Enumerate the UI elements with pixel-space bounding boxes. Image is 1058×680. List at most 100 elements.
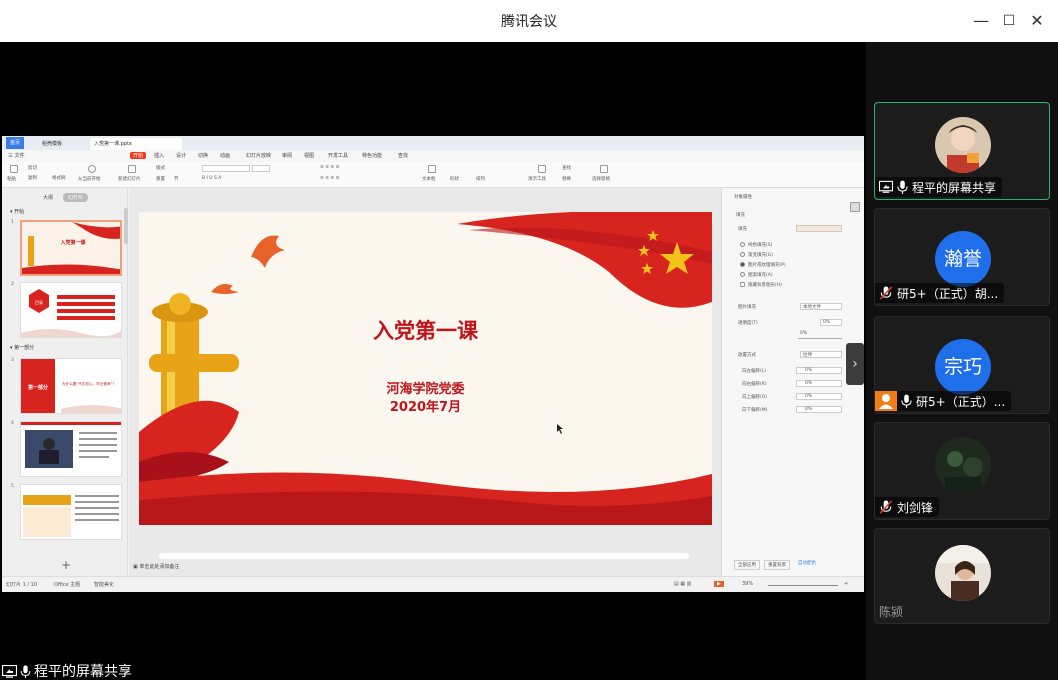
menu-start[interactable]: 开始: [130, 152, 147, 159]
cut-label[interactable]: 剪切: [28, 165, 37, 173]
zoom-slider[interactable]: [768, 585, 838, 586]
textbox-icon[interactable]: [428, 165, 436, 173]
slide-thumb-3[interactable]: 第一部分 为什么要“不忘初心、牢记使命”？: [20, 358, 122, 414]
mic-muted-icon: [879, 500, 893, 514]
presenter-tools-icon[interactable]: [538, 165, 546, 173]
align-buttons[interactable]: ≡ ≡ ≡ ≡: [320, 176, 339, 184]
wps-tab-bar: 首页 稻壳模板 入党第一课.pptx: [2, 136, 864, 150]
slide-org[interactable]: 河海学院党委: [139, 378, 712, 397]
offset-left-input[interactable]: 0%: [796, 367, 842, 374]
menu-view[interactable]: 视图: [304, 152, 314, 159]
pane-tool-icon[interactable]: [850, 202, 860, 212]
picture-source-select[interactable]: 本地文件: [800, 303, 842, 310]
fill-color-select[interactable]: [796, 225, 842, 232]
avatar-photo: [935, 117, 991, 173]
radio-solid-fill[interactable]: [740, 242, 745, 247]
transparency-input[interactable]: 0%: [820, 319, 842, 326]
thumbs-scrollbar[interactable]: [124, 208, 128, 244]
notes-field[interactable]: ▣ 单击此处添加备注: [133, 563, 179, 570]
slide-date[interactable]: 2020年7月: [139, 396, 712, 415]
play-icon[interactable]: [88, 165, 96, 173]
canvas-h-scrollbar[interactable]: [159, 553, 689, 559]
title-bar: 腾讯会议 — ☐ ✕: [0, 0, 1058, 42]
replace-label[interactable]: 替换: [562, 176, 571, 184]
maximize-button[interactable]: ☐: [996, 8, 1022, 34]
radio-gradient-fill[interactable]: [740, 252, 745, 257]
theme-name: Office 主题: [54, 582, 81, 588]
slide-title[interactable]: 入党第一课: [139, 315, 712, 345]
participant-tile[interactable]: 宗巧 研5+（正式）...: [874, 316, 1050, 414]
screen-share-icon: [879, 180, 893, 193]
participant-tile[interactable]: 刘剑锋: [874, 422, 1050, 520]
transparency-slider[interactable]: [798, 338, 842, 339]
menu-search[interactable]: 查找: [398, 152, 408, 159]
layout-label[interactable]: 版式: [156, 165, 165, 173]
tab-outline[interactable]: 大纲: [38, 193, 58, 202]
slide-thumb-5[interactable]: [20, 484, 122, 540]
apply-all-button[interactable]: 全部应用: [734, 560, 760, 570]
section-part-one-label: 第一部分: [14, 345, 35, 351]
menu-animation[interactable]: 动画: [220, 152, 230, 159]
close-button[interactable]: ✕: [1024, 8, 1050, 34]
menu-review[interactable]: 审阅: [282, 152, 292, 159]
offset-up-input[interactable]: 0%: [796, 393, 842, 400]
play-button[interactable]: ▶: [714, 581, 724, 587]
slide-canvas: 入党第一课 河海学院党委 2020年7月 ▣ 单击此处添加备注: [129, 188, 721, 576]
offset-down-input[interactable]: 0%: [796, 406, 842, 413]
wps-tab-document[interactable]: 入党第一课.pptx: [90, 138, 182, 150]
placement-select[interactable]: 拉伸: [800, 351, 842, 358]
find-label[interactable]: 查找: [562, 165, 571, 173]
minimize-button[interactable]: —: [968, 8, 994, 34]
participant-tile[interactable]: 程平的屏幕共享: [874, 102, 1050, 200]
new-slide-icon[interactable]: [128, 165, 136, 173]
reset-bg-button[interactable]: 重置背景: [764, 560, 790, 570]
thumb-1-title: 入党第一课: [60, 239, 86, 246]
expand-panel-button[interactable]: ›: [846, 343, 864, 385]
format-painter-label[interactable]: 格式刷: [52, 175, 66, 183]
zoom-in-button[interactable]: +: [844, 581, 848, 587]
radio-pattern-fill[interactable]: [740, 272, 745, 277]
menu-features[interactable]: 特色功能: [362, 152, 382, 159]
slide-thumb-1[interactable]: 入党第一课: [20, 220, 122, 276]
thumb-1-art: 入党第一课: [22, 222, 120, 274]
font-family-select[interactable]: [202, 165, 250, 172]
copy-label[interactable]: 复制: [28, 175, 37, 183]
font-style-buttons[interactable]: B I U S A: [202, 176, 221, 184]
menu-slideshow[interactable]: 幻灯片放映: [246, 152, 271, 159]
section-part-one[interactable]: ▾ 第一部分: [10, 344, 34, 351]
smart-beautify-button[interactable]: 智能美化: [94, 581, 114, 588]
wps-tab-docer[interactable]: 稻壳模板: [38, 138, 66, 150]
menu-transition[interactable]: 切换: [198, 152, 208, 159]
paragraph-buttons[interactable]: ≡ ≡ ≡ ≡: [320, 165, 339, 173]
shared-screen[interactable]: 首页 稻壳模板 入党第一课.pptx 三 文件 开始 插入 设计 切换 动画 幻…: [0, 42, 866, 680]
slide-thumb-2[interactable]: 目录: [20, 282, 122, 338]
slide-thumb-4[interactable]: [20, 421, 122, 477]
selection-pane-icon[interactable]: [600, 165, 608, 173]
participant-tile[interactable]: 瀚誉 研5+（正式）胡...: [874, 208, 1050, 306]
radio-picture-fill[interactable]: [740, 262, 745, 267]
menu-devtools[interactable]: 开发工具: [328, 152, 348, 159]
prop-tab-fill[interactable]: 填充: [736, 212, 745, 218]
field-transparency: 透明度(T): [738, 321, 758, 326]
view-buttons[interactable]: ▤ ▦ ▥: [674, 581, 691, 587]
font-size-select[interactable]: [252, 165, 270, 172]
tab-slides[interactable]: 幻灯片: [63, 193, 89, 202]
menu-file[interactable]: 三 文件: [8, 152, 25, 159]
section-start[interactable]: ▾ 开始: [10, 208, 24, 215]
section-label[interactable]: 节: [174, 176, 179, 184]
shape-label[interactable]: 形状: [450, 176, 459, 184]
wps-tab-home[interactable]: 首页: [6, 137, 25, 149]
add-slide-button[interactable]: +: [61, 558, 71, 572]
paste-icon[interactable]: [10, 165, 18, 173]
auto-color-button[interactable]: 自动配色: [798, 560, 816, 566]
slides-pane: 大纲 幻灯片 ▾ 开始 1 入党第一课 2 目录 ▾ 第一部分 3 第一部分 为…: [2, 188, 128, 576]
hide-bg-checkbox[interactable]: [740, 282, 745, 287]
arrange-label[interactable]: 排列: [476, 176, 485, 184]
play-from-current-label: 从当前开始: [78, 177, 101, 182]
participant-tile[interactable]: 陈颍: [874, 528, 1050, 624]
reset-label[interactable]: 重置: [156, 176, 165, 184]
current-slide[interactable]: 入党第一课 河海学院党委 2020年7月: [139, 212, 712, 525]
offset-right-input[interactable]: 0%: [796, 380, 842, 387]
menu-design[interactable]: 设计: [176, 152, 186, 159]
menu-insert[interactable]: 插入: [154, 152, 164, 159]
